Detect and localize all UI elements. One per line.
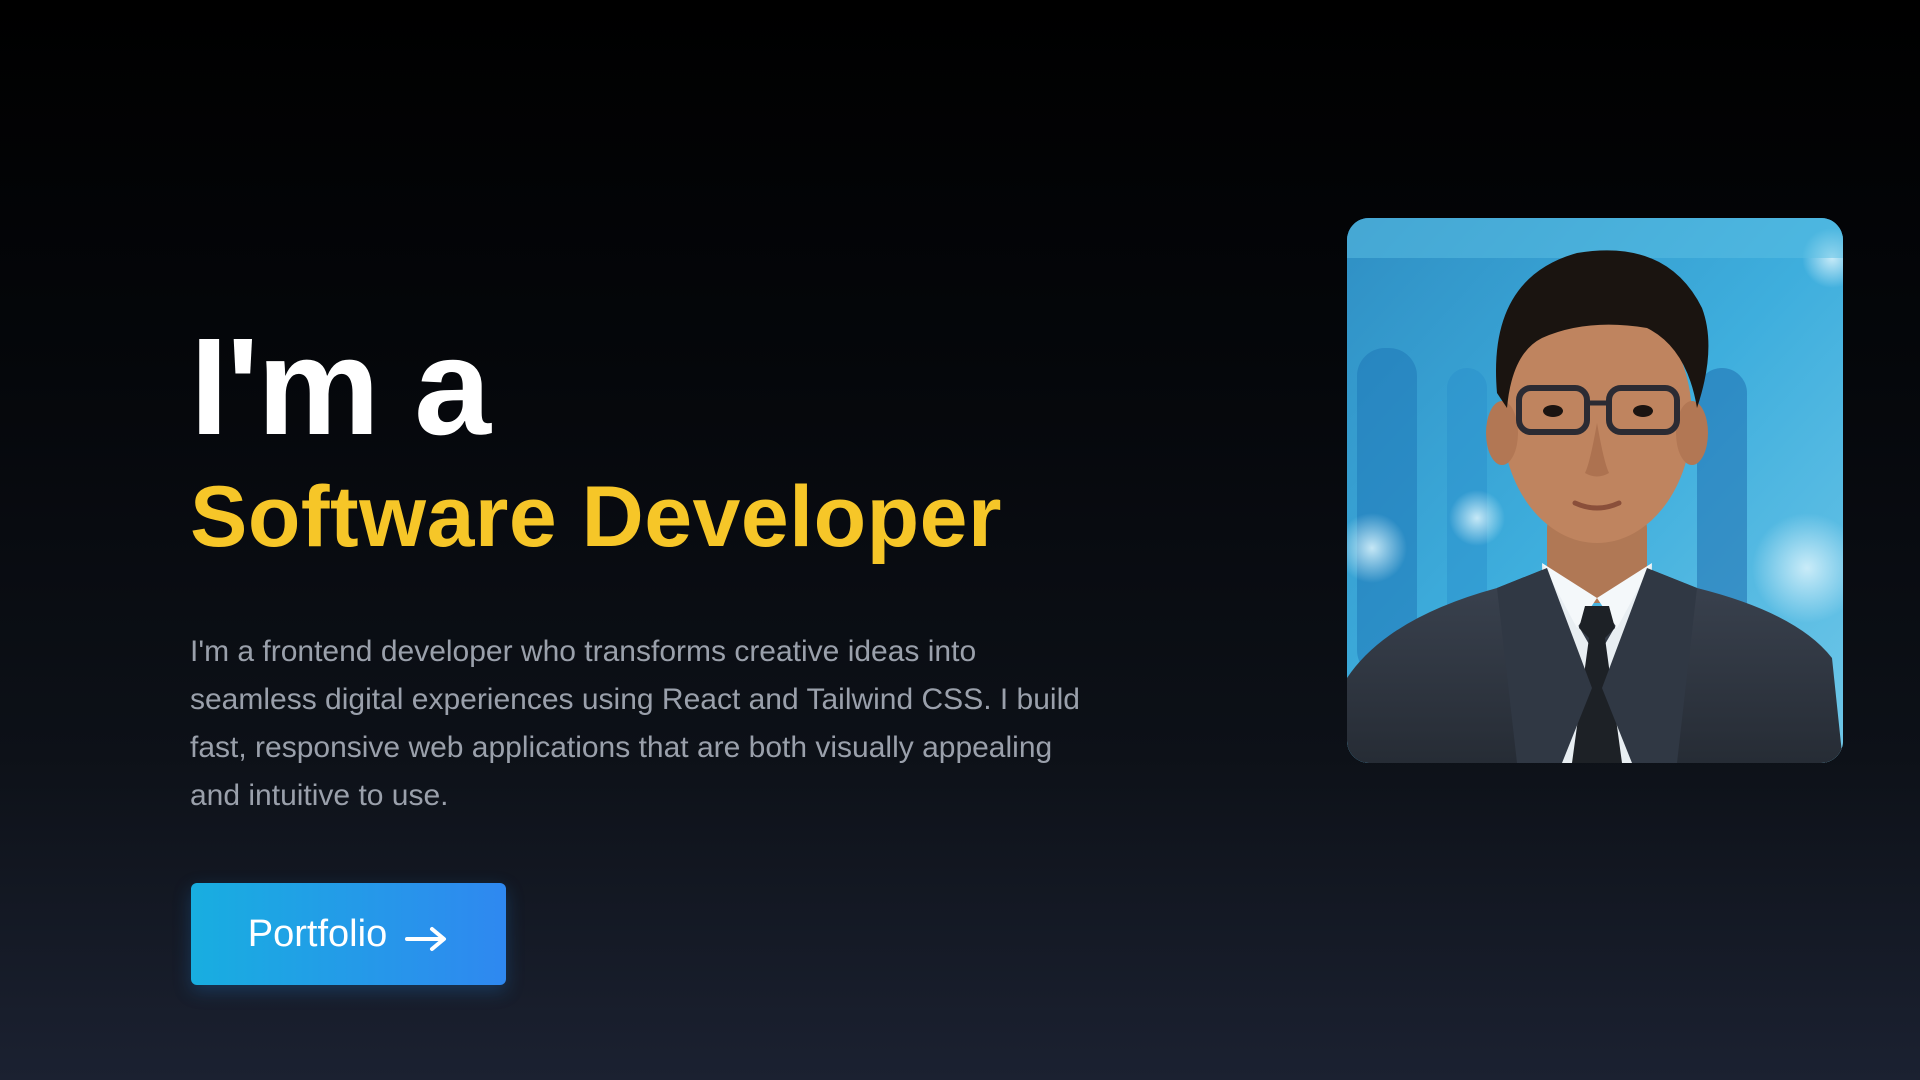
hero-heading: I'm a Software Developer <box>190 318 1110 560</box>
portfolio-button[interactable]: Portfolio <box>191 883 506 985</box>
profile-photo <box>1347 218 1843 763</box>
heading-intro: I'm a <box>190 310 491 464</box>
hero-description: I'm a frontend developer who transforms … <box>190 635 1080 812</box>
heading-role: Software Developer <box>190 469 1002 565</box>
arrow-right-icon <box>405 920 449 951</box>
portfolio-button-label: Portfolio <box>247 912 388 955</box>
hero-section: I'm a Software Developer I'm a frontend … <box>0 0 1920 1080</box>
